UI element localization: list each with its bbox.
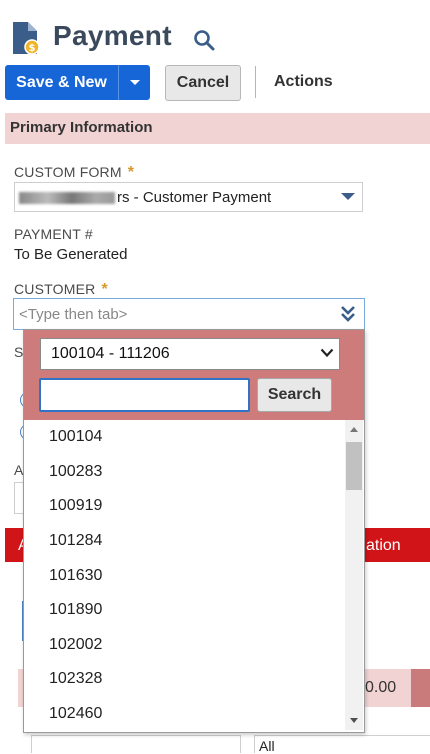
customer-placeholder: <Type then tab> <box>19 306 128 323</box>
subtab-label-partial[interactable]: ation <box>366 537 401 555</box>
scroll-up-arrow-icon[interactable] <box>350 427 358 432</box>
scrollbar-thumb[interactable] <box>346 442 362 490</box>
list-item[interactable]: 101890 <box>24 593 344 628</box>
dropdown-caret-icon[interactable] <box>341 193 355 200</box>
amount-field-edge <box>411 669 430 707</box>
customer-results-list: 100104 100283 100919 101284 101630 10189… <box>24 420 344 730</box>
actions-menu[interactable]: Actions <box>274 65 333 99</box>
toolbar-divider <box>255 66 256 98</box>
amount-value: 0.00 <box>365 679 397 696</box>
custom-form-value: rs - Customer Payment <box>19 189 271 206</box>
caret-down-icon <box>129 79 140 85</box>
save-new-button[interactable]: Save & New <box>5 65 119 100</box>
list-item[interactable]: 102002 <box>24 628 344 663</box>
bottom-field[interactable] <box>31 735 241 753</box>
scroll-down-arrow-icon[interactable] <box>350 718 358 723</box>
filter-select[interactable] <box>254 735 430 753</box>
payment-number-label: PAYMENT # <box>14 226 93 242</box>
redacted-text <box>19 192 115 205</box>
page-title: Payment <box>53 20 172 51</box>
search-icon[interactable] <box>192 28 216 52</box>
double-chevron-down-icon[interactable] <box>340 305 356 323</box>
custom-form-label: CUSTOM FORM * <box>14 164 135 181</box>
svg-text:$: $ <box>29 43 36 54</box>
chevron-down-icon[interactable] <box>320 348 334 358</box>
list-item[interactable]: 100919 <box>24 489 344 524</box>
list-item[interactable]: 101284 <box>24 524 344 559</box>
list-item[interactable]: 100283 <box>24 455 344 490</box>
list-item[interactable]: 102328 <box>24 662 344 697</box>
customer-label: CUSTOMER * <box>14 281 108 298</box>
section-title: Primary Information <box>10 119 153 136</box>
list-item[interactable]: 100104 <box>24 420 344 455</box>
save-menu-dropdown[interactable] <box>119 65 150 100</box>
range-select[interactable]: 100104 - 111206 <box>40 338 340 370</box>
save-new-button-group: Save & New <box>5 65 150 100</box>
list-item[interactable]: 102460 <box>24 697 344 730</box>
payment-number-value: To Be Generated <box>14 246 128 263</box>
popup-search-button[interactable]: Search <box>257 378 332 412</box>
popup-search-input[interactable] <box>39 378 250 412</box>
partial-field-label: S <box>14 344 24 360</box>
cancel-button[interactable]: Cancel <box>165 65 241 101</box>
payment-document-icon: $ <box>13 22 40 55</box>
list-item[interactable]: 101630 <box>24 558 344 593</box>
partial-field-label: A <box>14 462 24 478</box>
